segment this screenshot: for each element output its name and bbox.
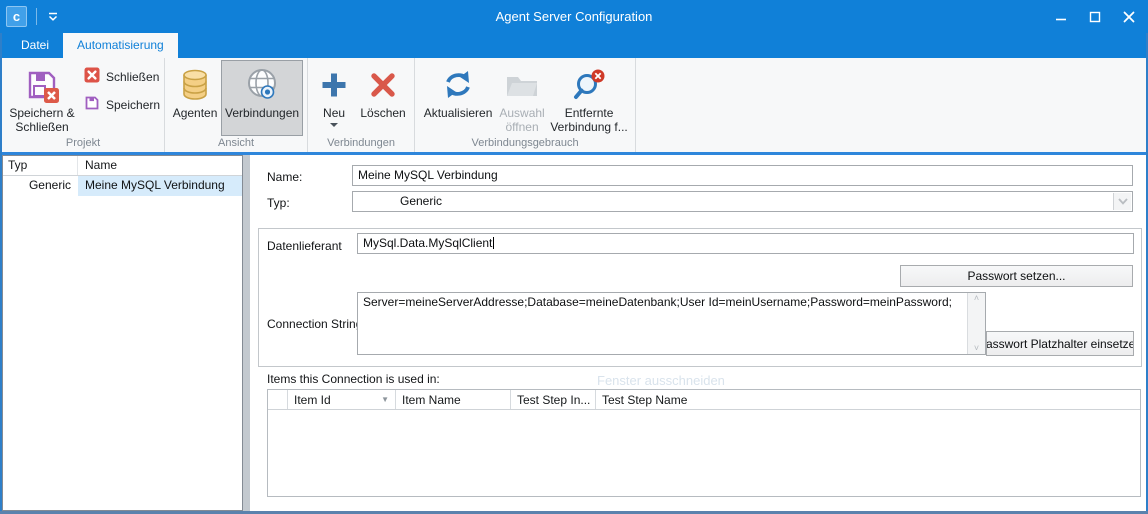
- connection-typ-cell[interactable]: Generic: [3, 176, 78, 196]
- name-input[interactable]: Meine MySQL Verbindung: [352, 165, 1133, 186]
- group-label-verbindungsgebrauch: Verbindungsgebrauch: [415, 136, 635, 152]
- window-title: Agent Server Configuration: [0, 0, 1148, 33]
- typ-combobox-value: Generic: [358, 194, 442, 208]
- window-controls: [1044, 0, 1146, 33]
- remove-remote-connection-button[interactable]: Entfernte Verbindung f...: [547, 60, 631, 136]
- refresh-icon: [440, 64, 476, 106]
- group-label-projekt: Projekt: [2, 136, 164, 152]
- agents-label: Agenten: [173, 106, 218, 120]
- connections-view-label: Verbindungen: [225, 106, 299, 120]
- set-password-button[interactable]: Passwort setzen...: [900, 265, 1133, 287]
- typ-combobox[interactable]: Generic: [352, 191, 1133, 212]
- save-close-icon: [24, 64, 61, 106]
- minimize-icon[interactable]: [1044, 0, 1078, 33]
- delete-button[interactable]: Löschen: [356, 60, 410, 136]
- scroll-up-icon[interactable]: ˄: [974, 294, 979, 303]
- agents-button[interactable]: Agenten: [169, 60, 221, 136]
- save-label: Speichern: [106, 98, 160, 112]
- provider-input[interactable]: MySql.Data.MySqlClient: [357, 233, 1134, 254]
- usage-caption: Items this Connection is used in:: [267, 372, 440, 386]
- typ-label: Typ:: [267, 196, 290, 210]
- refresh-label: Aktualisieren: [424, 106, 493, 120]
- group-label-verbindungen: Verbindungen: [308, 136, 414, 152]
- item-id-header-label: Item Id: [294, 393, 331, 407]
- insert-password-placeholder-button[interactable]: Passwort Platzhalter einsetzen: [986, 331, 1134, 356]
- connections-list-header: Typ Name: [3, 156, 242, 176]
- database-icon: [178, 64, 212, 106]
- provider-input-value: MySql.Data.MySqlClient: [363, 236, 492, 250]
- new-dropdown-arrow-icon[interactable]: [330, 123, 338, 127]
- connections-list-panel: Typ Name Generic Meine MySQL Verbindung: [2, 155, 243, 511]
- connection-string-textarea[interactable]: Server=meineServerAddresse;Database=mein…: [357, 292, 986, 355]
- delete-x-icon: [368, 64, 398, 106]
- ribbon-group-verbindungsgebrauch: Aktualisieren Auswahl öffnen: [415, 58, 636, 152]
- plus-icon: [319, 64, 349, 106]
- column-header-item-id[interactable]: Item Id ▼: [288, 390, 396, 409]
- name-input-value: Meine MySQL Verbindung: [358, 168, 498, 182]
- magnifier-remove-icon: [572, 64, 606, 106]
- titlebar: c Agent Server Configuration: [0, 0, 1148, 33]
- row-indicator-header: [268, 390, 288, 409]
- agent-server-configuration-window: c Agent Server Configuration Datei Autom…: [0, 0, 1148, 514]
- globe-icon: [243, 64, 281, 106]
- name-label: Name:: [267, 170, 302, 184]
- text-cursor: [493, 237, 494, 249]
- connection-string-value: Server=meineServerAddresse;Database=mein…: [363, 295, 952, 309]
- group-label-ansicht: Ansicht: [165, 136, 307, 152]
- connections-view-button[interactable]: Verbindungen: [221, 60, 303, 136]
- ribbon-group-verbindungen: Neu Löschen Verbindungen: [308, 58, 415, 152]
- ribbon-group-ansicht: Agenten Verbindungen: [165, 58, 308, 152]
- close-icon[interactable]: [1112, 0, 1146, 33]
- save-button[interactable]: Speichern: [84, 95, 160, 114]
- column-header-test-step-name[interactable]: Test Step Name: [596, 390, 1140, 409]
- close-project-button[interactable]: Schließen: [84, 67, 160, 86]
- column-header-typ[interactable]: Typ: [3, 156, 78, 175]
- refresh-button[interactable]: Aktualisieren: [419, 60, 497, 136]
- scroll-down-icon[interactable]: ˅: [974, 344, 979, 353]
- save-floppy-icon: [84, 95, 100, 114]
- save-close-label: Speichern & Schließen: [7, 106, 77, 134]
- column-header-name[interactable]: Name: [78, 156, 242, 175]
- connection-name-cell[interactable]: Meine MySQL Verbindung: [78, 176, 242, 196]
- tab-automatisierung[interactable]: Automatisierung: [63, 33, 178, 58]
- delete-label: Löschen: [360, 106, 405, 120]
- close-red-icon: [84, 67, 100, 86]
- maximize-icon[interactable]: [1078, 0, 1112, 33]
- connection-string-label: Connection String: [267, 317, 362, 331]
- window-border-left: [0, 33, 2, 514]
- column-header-item-name[interactable]: Item Name: [396, 390, 511, 409]
- textarea-scrollbar[interactable]: ˄ ˅: [967, 293, 985, 354]
- filter-dropdown-icon[interactable]: ▼: [381, 395, 389, 404]
- connection-row[interactable]: Generic Meine MySQL Verbindung: [3, 176, 242, 196]
- new-label: Neu: [323, 106, 345, 120]
- ribbon-tab-bar: Datei Automatisierung: [0, 33, 1148, 58]
- open-selection-button: Auswahl öffnen: [497, 60, 547, 136]
- ribbon-group-projekt: Speichern & Schließen Schließen Speicher…: [2, 58, 165, 152]
- save-and-close-button[interactable]: Speichern & Schließen: [6, 60, 78, 136]
- usage-table: Item Id ▼ Item Name Test Step In... Test…: [267, 389, 1141, 497]
- folder-icon: [504, 64, 540, 106]
- usage-table-header: Item Id ▼ Item Name Test Step In... Test…: [268, 390, 1140, 410]
- close-project-label: Schließen: [106, 70, 159, 84]
- remove-remote-connection-label: Entfernte Verbindung f...: [548, 106, 630, 134]
- open-selection-label: Auswahl öffnen: [498, 106, 546, 134]
- chevron-down-icon[interactable]: [1113, 193, 1131, 210]
- ribbon: Speichern & Schließen Schließen Speicher…: [2, 58, 1146, 152]
- column-header-test-step-in[interactable]: Test Step In...: [511, 390, 596, 409]
- new-button[interactable]: Neu: [312, 60, 356, 136]
- provider-label: Datenlieferant: [267, 239, 342, 253]
- tab-datei[interactable]: Datei: [7, 33, 63, 58]
